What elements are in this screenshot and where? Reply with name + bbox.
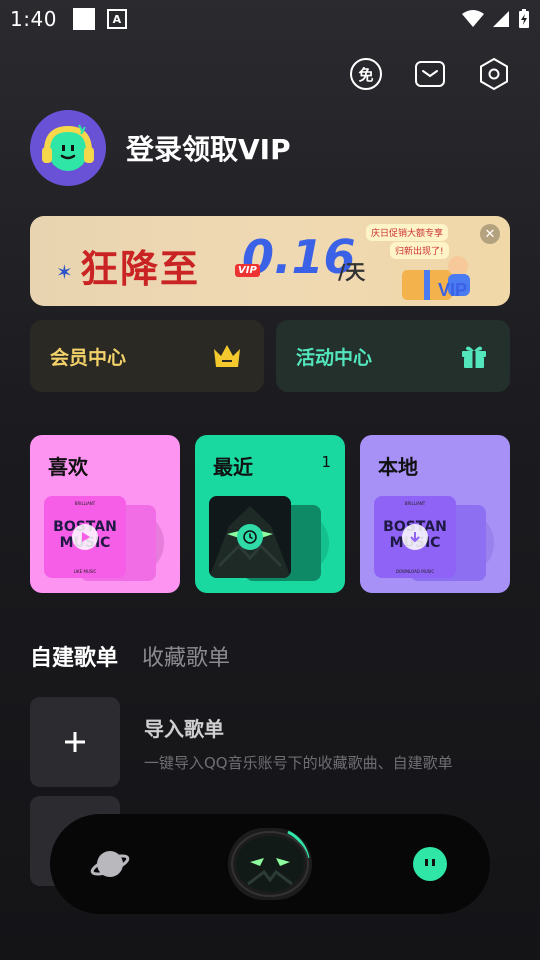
- settings-button[interactable]: [476, 56, 512, 92]
- messages-button[interactable]: [412, 56, 448, 92]
- promo-banner[interactable]: ✶ 狂降至 0.16 VIP /天 庆日促销大额专享 归新出现了! VIP ✕: [30, 216, 510, 306]
- activity-center-label: 活动中心: [296, 346, 373, 369]
- recent-label: 最近: [213, 455, 253, 479]
- plus-icon: [65, 732, 85, 752]
- vip-center-label: 会员中心: [50, 346, 127, 369]
- battery-icon: [519, 9, 529, 28]
- planet-icon: [90, 851, 130, 877]
- avatar[interactable]: [30, 110, 106, 186]
- notification-icon: [72, 8, 95, 30]
- recent-count: 1: [321, 453, 331, 471]
- recent-card[interactable]: 最近 1: [195, 435, 345, 593]
- headphone-mascot-icon: [42, 124, 94, 171]
- local-card[interactable]: 本地 BRILLIANT BOSTAN MUSIC DOWNLOAD MUSIC: [360, 435, 510, 593]
- settings-hexagon-icon: [480, 57, 508, 91]
- status-bar: 1:40 A: [0, 0, 540, 38]
- banner-title: 狂降至: [80, 247, 201, 291]
- notification-a-icon: A: [106, 9, 127, 29]
- download-icon: [410, 532, 420, 543]
- signal-icon: [493, 11, 509, 27]
- mail-icon: [415, 61, 445, 87]
- favorites-card[interactable]: 喜欢 BRILLIANT BOSTAN MUSIC LIKE MUSIC: [30, 435, 180, 593]
- local-cover: BRILLIANT BOSTAN MUSIC DOWNLOAD MUSIC: [374, 496, 456, 578]
- import-playlist-button[interactable]: [30, 697, 120, 787]
- gift-icon: [462, 346, 486, 368]
- login-prompt[interactable]: 登录领取VIP: [126, 128, 291, 168]
- profile-section[interactable]: 登录领取VIP: [30, 110, 291, 186]
- gift-box-illustration: VIP: [402, 256, 470, 300]
- banner-unit: /天: [338, 260, 366, 284]
- status-time: 1:40: [10, 7, 57, 31]
- banner-close-icon[interactable]: ✕: [480, 224, 500, 244]
- nav-mine[interactable]: [410, 844, 450, 884]
- recent-cover: [209, 496, 291, 578]
- free-mode-button[interactable]: 免: [348, 56, 384, 92]
- download-button[interactable]: [402, 524, 428, 550]
- mascot-face-icon: [413, 847, 447, 881]
- tab-collected-playlists[interactable]: 收藏歌单: [142, 640, 230, 672]
- history-button[interactable]: [237, 524, 263, 550]
- favorites-cover: BRILLIANT BOSTAN MUSIC LIKE MUSIC: [44, 496, 126, 578]
- cover-top-text: BRILLIANT: [74, 501, 96, 506]
- clock-icon: [243, 530, 257, 544]
- playlist-tabs: 自建歌单 收藏歌单: [30, 640, 230, 672]
- play-button[interactable]: [72, 524, 98, 550]
- crown-icon: [214, 345, 240, 367]
- banner-vip-badge: VIP: [235, 264, 260, 277]
- svg-text:VIP: VIP: [438, 280, 467, 300]
- import-description: 一键导入QQ音乐账号下的收藏歌曲、自建歌单: [144, 754, 453, 772]
- now-playing-button[interactable]: [228, 828, 312, 900]
- cover-bottom-text: DOWNLOAD MUSIC: [395, 569, 435, 574]
- tab-created-playlists[interactable]: 自建歌单: [30, 640, 118, 672]
- favorites-label: 喜欢: [48, 455, 88, 479]
- bottom-nav: [50, 814, 490, 914]
- import-playlist-row[interactable]: 导入歌单 一键导入QQ音乐账号下的收藏歌曲、自建歌单: [30, 697, 453, 787]
- vip-center-button[interactable]: 会员中心: [30, 320, 264, 392]
- top-toolbar: 免: [348, 56, 512, 92]
- local-label: 本地: [378, 455, 418, 479]
- cover-top-text: BRILLIANT: [404, 501, 426, 506]
- banner-tag-1: 庆日促销大额专享: [366, 224, 449, 241]
- play-icon: [82, 532, 90, 542]
- wifi-icon: [462, 10, 484, 27]
- now-playing-artwork: [231, 830, 310, 897]
- sparkle-icon: ✶: [56, 260, 73, 284]
- cover-bottom-text: LIKE MUSIC: [73, 569, 97, 574]
- import-title: 导入歌单: [144, 717, 224, 741]
- nav-discover[interactable]: [90, 844, 130, 884]
- free-icon-label: 免: [358, 65, 374, 84]
- activity-center-button[interactable]: 活动中心: [276, 320, 510, 392]
